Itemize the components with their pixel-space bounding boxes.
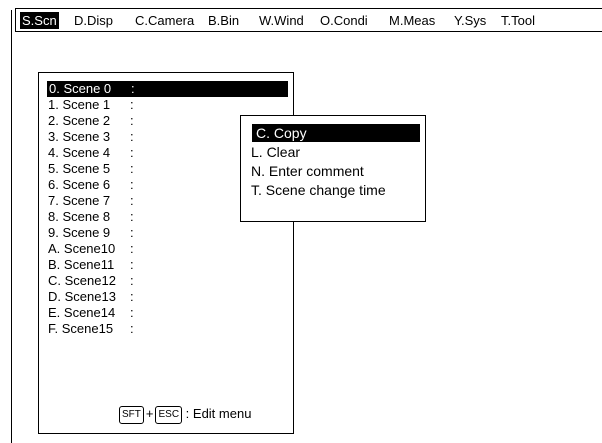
- popup-item-enter-comment[interactable]: N. Enter comment: [251, 162, 364, 180]
- popup-item-copy[interactable]: C. Copy: [252, 124, 420, 142]
- menu-measure[interactable]: M.Meas: [387, 12, 437, 29]
- scene-row[interactable]: 7. Scene 7:: [46, 193, 134, 209]
- scene-row[interactable]: E. Scene14:: [46, 305, 134, 321]
- shift-key-label: SFT: [119, 405, 144, 424]
- popup-item-scene-change-time[interactable]: T. Scene change time: [251, 181, 386, 199]
- menu-binary[interactable]: B.Bin: [206, 12, 241, 29]
- plus-sign: +: [145, 406, 154, 421]
- scene-row[interactable]: 9. Scene 9:: [46, 225, 134, 241]
- scene-row[interactable]: 5. Scene 5:: [46, 161, 134, 177]
- scene-row[interactable]: 3. Scene 3:: [46, 129, 134, 145]
- menu-display[interactable]: D.Disp: [72, 12, 115, 29]
- menu-camera[interactable]: C.Camera: [133, 12, 196, 29]
- menu-tool[interactable]: T.Tool: [499, 12, 537, 29]
- scene-row[interactable]: B. Scene11:: [46, 257, 134, 273]
- edit-menu-hint: SFT + ESC : Edit menu: [119, 403, 251, 425]
- menu-scene[interactable]: S.Scn: [20, 12, 59, 29]
- scene-row[interactable]: 2. Scene 2:: [46, 113, 134, 129]
- scene-row[interactable]: F. Scene15:: [46, 321, 134, 337]
- edit-popup-menu: C. Copy L. Clear N. Enter comment T. Sce…: [240, 115, 426, 222]
- menu-condition[interactable]: O.Condi: [318, 12, 370, 29]
- scene-row[interactable]: A. Scene10:: [46, 241, 134, 257]
- screen-frame-left: [11, 10, 12, 443]
- scene-row[interactable]: 8. Scene 8:: [46, 209, 134, 225]
- menu-window[interactable]: W.Wind: [257, 12, 306, 29]
- scene-row[interactable]: 0. Scene 0:: [47, 81, 288, 97]
- escape-key-label: ESC: [155, 405, 183, 424]
- menu-bar: S.Scn D.Disp C.Camera B.Bin W.Wind O.Con…: [15, 8, 602, 32]
- menu-system[interactable]: Y.Sys: [452, 12, 488, 29]
- scene-row[interactable]: 4. Scene 4:: [46, 145, 134, 161]
- scene-row[interactable]: 1. Scene 1:: [46, 97, 134, 113]
- popup-item-clear[interactable]: L. Clear: [251, 143, 300, 161]
- scene-row[interactable]: 6. Scene 6:: [46, 177, 134, 193]
- scene-row[interactable]: C. Scene12:: [46, 273, 134, 289]
- scene-row[interactable]: D. Scene13:: [46, 289, 134, 305]
- edit-menu-hint-text: : Edit menu: [185, 406, 252, 421]
